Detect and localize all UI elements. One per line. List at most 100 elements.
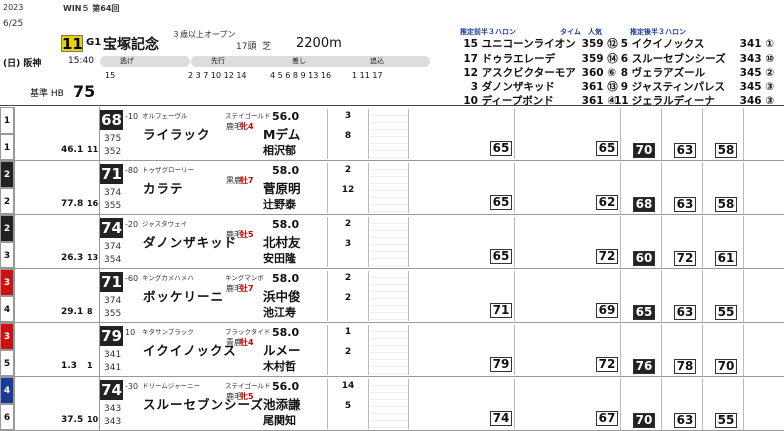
pace-oikomi-horses: 1 11 17 [352, 71, 383, 80]
odds-cell: 37.5 10 [14, 377, 100, 431]
sire: ドリームジャーニー [142, 382, 200, 390]
past-score-2: 62 [596, 195, 618, 210]
carried-weight: 56.0 [272, 110, 300, 123]
record-score-1: 70 [633, 143, 655, 158]
popularity: 13 [87, 253, 99, 262]
index-diff: -60 [125, 274, 139, 283]
stats-table [370, 271, 408, 321]
pred-last-row: 8 ヴェラアズール 345 ② [620, 67, 775, 79]
trainer-name[interactable]: 相沢郁 [263, 142, 296, 158]
horse-row[interactable]: 1 1 46.1 11 68 -10 375 352 オルフェーヴル ステイゴー… [0, 107, 784, 161]
umaban: 4 [0, 296, 14, 322]
trainer-name[interactable]: 尾関知 [263, 412, 296, 428]
past-race-2[interactable]: 69 [514, 271, 620, 321]
best-time: 374 [104, 188, 122, 198]
pred-last-row: 6 スルーセブンシーズ 343 ⑩ [620, 53, 775, 65]
race-record-cols: 65 63 55 [620, 270, 784, 322]
record-col-3: 70 [702, 324, 743, 376]
past-race-1[interactable]: 65 [408, 217, 514, 267]
past-race-1[interactable]: 79 [408, 325, 514, 375]
win5-label: WIN５ 第64回 [63, 4, 120, 13]
odds-cell: 77.8 16 [14, 161, 100, 215]
past-score-1: 71 [490, 303, 512, 318]
record-score-2: 63 [674, 413, 696, 428]
pred-first-row: 15 ユニコーンライオン 359 ⑫ [463, 38, 618, 50]
sire: オルフェーヴル [142, 112, 188, 120]
trainer-name[interactable]: 池江寿 [263, 304, 296, 320]
record-score-3: 55 [715, 305, 737, 320]
record-score-2: 78 [674, 359, 696, 374]
horse-row[interactable]: 3 4 29.1 8 71 -60 374 355 キングカメハメハ キングマン… [0, 269, 784, 323]
index-diff: -10 [125, 112, 139, 121]
pred-first-row: 3 ダノンザキッド 361 ⑬ [470, 81, 618, 93]
past-score-2: 65 [596, 141, 618, 156]
win-odds: 29.1 [61, 307, 84, 317]
form-rank-2: 2 [344, 293, 352, 303]
past-race-2[interactable]: 72 [514, 217, 620, 267]
record-col-1: 60 [620, 216, 661, 268]
index-diff: -80 [125, 166, 139, 175]
horse-row[interactable]: 2 3 26.3 13 74 -20 374 354 ジャスタウェイ ダノンザキ… [0, 215, 784, 269]
form-rank-1: 3 [344, 111, 352, 121]
umaban: 3 [0, 242, 14, 268]
umaban: 2 [0, 188, 14, 214]
race-condition: ３歳以上オープン [172, 30, 236, 39]
past-race-1[interactable]: 65 [408, 109, 514, 159]
race-number: 11 [61, 35, 83, 53]
record-col-2: 63 [661, 108, 702, 160]
jockey-name[interactable]: ルメー [263, 340, 301, 359]
horse-row[interactable]: 2 2 77.8 16 71 -80 374 355 トゥザグローリー カラテ … [0, 161, 784, 215]
sex-age: 牡7 [240, 176, 254, 185]
base-hb-value: 75 [73, 82, 96, 101]
jockey-name[interactable]: Mデム [263, 124, 300, 143]
record-score-2: 72 [674, 251, 696, 266]
trainer-name[interactable]: 辻野泰 [263, 196, 296, 212]
sex-age: 牝4 [240, 122, 254, 131]
horse-name[interactable]: ダノンザキッド [143, 232, 237, 251]
race-date: 6/25 [3, 19, 24, 29]
odds-cell: 1.3 1 [14, 323, 100, 377]
past-race-2[interactable]: 72 [514, 325, 620, 375]
jockey-name[interactable]: 浜中俊 [263, 286, 301, 305]
horse-name[interactable]: カラテ [143, 178, 184, 197]
trainer-name[interactable]: 安田隆 [263, 250, 296, 266]
past-race-1[interactable]: 65 [408, 163, 514, 213]
past-race-2[interactable]: 65 [514, 109, 620, 159]
record-col-4 [743, 108, 784, 160]
pred-first-row: 17 ドゥラエレーデ 359 ⑭ [463, 53, 618, 65]
pace-nige: 逃げ [100, 56, 190, 67]
recent-form: 2 3 [327, 217, 369, 267]
speed-index: 79 [100, 326, 123, 346]
jockey-name[interactable]: 菅原明 [263, 178, 301, 197]
horse-row[interactable]: 4 6 37.5 10 74 -30 343 343 ドリームジャーニー ステイ… [0, 377, 784, 431]
trainer-name[interactable]: 木村哲 [263, 358, 296, 374]
index-diff: -20 [125, 220, 139, 229]
jockey-name[interactable]: 北村友 [263, 232, 301, 251]
sire: キタサンブラック [142, 328, 194, 336]
horse-row[interactable]: 3 5 1.3 1 79 10 341 341 キタサンブラック ブラックタイド… [0, 323, 784, 377]
horse-name[interactable]: イクイノックス [143, 340, 237, 359]
past-race-2[interactable]: 67 [514, 379, 620, 429]
horse-name[interactable]: ライラック [143, 124, 211, 143]
waku-number: 3 [0, 323, 14, 350]
post-time: 15:40 [68, 56, 94, 66]
past-score-1: 65 [490, 249, 512, 264]
past-race-1[interactable]: 74 [408, 379, 514, 429]
umaban: 1 [0, 134, 14, 160]
avg-time: 354 [104, 255, 122, 265]
win-odds: 37.5 [61, 415, 84, 425]
past-race-1[interactable]: 71 [408, 271, 514, 321]
form-rank-2: 2 [344, 347, 352, 357]
record-col-2: 63 [661, 270, 702, 322]
index-diff: -30 [125, 382, 139, 391]
horse-name[interactable]: ボッケリーニ [143, 286, 224, 305]
index-diff: 10 [125, 328, 136, 337]
stats-table [370, 217, 408, 267]
past-race-2[interactable]: 62 [514, 163, 620, 213]
best-time: 341 [104, 350, 122, 360]
umaban: 6 [0, 404, 14, 430]
avg-time: 343 [104, 417, 122, 427]
base-hb-label: 基準 HB [30, 89, 64, 99]
jockey-name[interactable]: 池添謙 [263, 394, 301, 413]
record-score-1: 68 [633, 197, 655, 212]
